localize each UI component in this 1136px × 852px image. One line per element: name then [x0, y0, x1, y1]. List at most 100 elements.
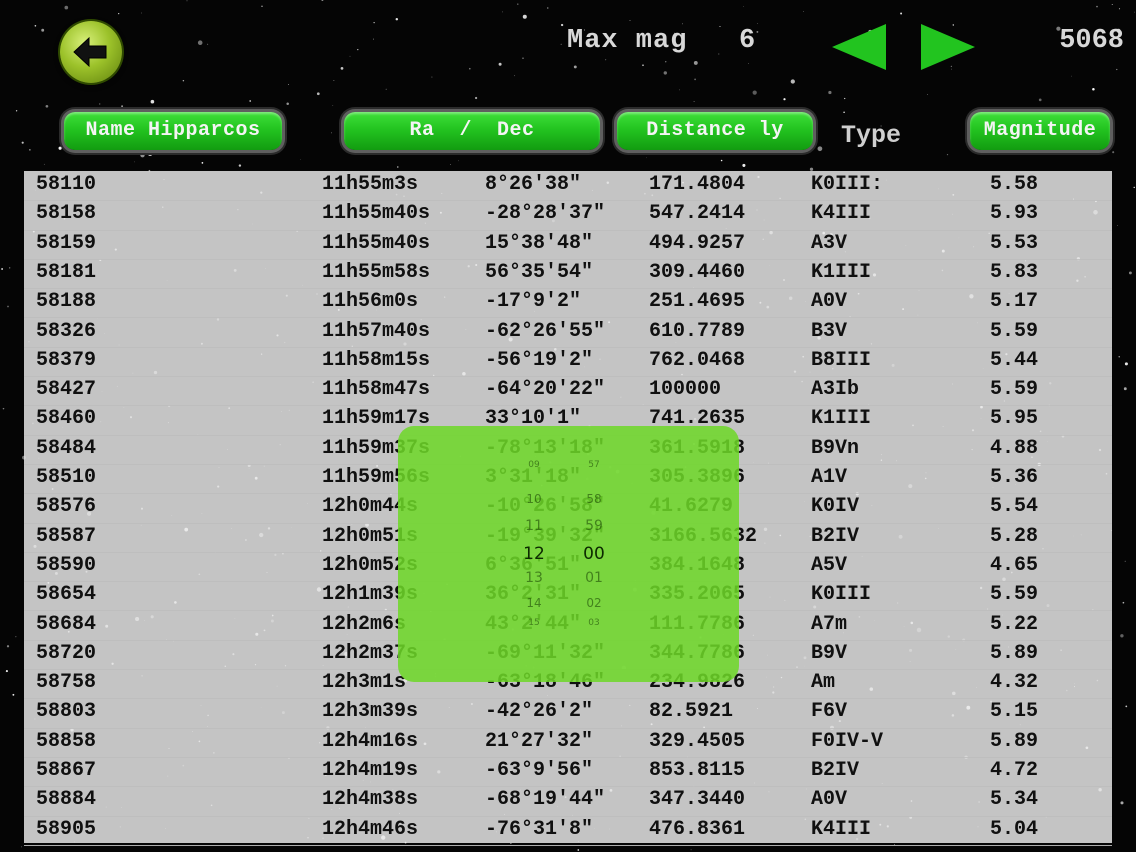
dec-cell: 21°27'32": [485, 729, 594, 753]
type-cell: B9V: [811, 641, 848, 665]
star-count: 5068: [1059, 26, 1124, 56]
type-cell: F6V: [811, 700, 848, 724]
table-row[interactable]: 58379 11h58m15s -56°19'2" 762.0468 B8III 5.44: [24, 347, 1112, 378]
distance-cell: 762.0468: [649, 348, 746, 372]
magnitude-cell: 5.34: [990, 788, 1039, 812]
hip-cell: 58484: [36, 436, 97, 460]
back-arrow-icon: [73, 36, 107, 68]
hip-cell: 58181: [36, 260, 97, 284]
dec-cell: -28°28'37": [485, 202, 606, 226]
sort-name-hipparcos-button[interactable]: Name Hipparcos: [64, 112, 282, 150]
hip-cell: 58587: [36, 524, 97, 548]
magnitude-cell: 5.59: [990, 378, 1039, 402]
type-cell: A3Ib: [811, 378, 860, 402]
table-row[interactable]: 58867 12h4m19s -63°9'56" 853.8115 B2IV 4.72: [24, 757, 1112, 788]
type-cell: A7m: [811, 612, 848, 636]
table-row[interactable]: 58159 11h55m40s 15°38'48" 494.9257 A3V 5.53: [24, 230, 1112, 260]
hip-cell: 58460: [36, 407, 97, 431]
ra-cell: 12h3m39s: [322, 700, 419, 724]
time-picker[interactable]: 09 10 11 12 13 14 15 57 58 59 00 01 02 03: [398, 426, 739, 682]
minute-option[interactable]: 01: [585, 570, 603, 586]
hip-cell: 58654: [36, 583, 97, 607]
magnitude-cell: 4.65: [990, 553, 1039, 577]
table-row[interactable]: 58803 12h3m39s -42°26'2" 82.5921 F6V 5.15: [24, 698, 1112, 729]
magnitude-cell: 5.44: [990, 348, 1039, 372]
table-row[interactable]: 58181 11h55m58s 56°35'54" 309.4460 K1III 5.83: [24, 259, 1112, 290]
type-cell: B3V: [811, 319, 848, 343]
table-row[interactable]: 58905 12h4m46s -76°31'8" 476.8361 K4III 5.04: [24, 816, 1112, 846]
max-mag-value: 6: [739, 26, 757, 56]
distance-cell: 610.7789: [649, 319, 746, 343]
minute-option[interactable]: 00: [583, 544, 605, 564]
next-page-button[interactable]: [921, 24, 975, 75]
type-cell: A0V: [811, 788, 848, 812]
distance-cell: 853.8115: [649, 759, 746, 782]
hour-option[interactable]: 11: [525, 518, 543, 534]
minute-option[interactable]: 59: [585, 518, 603, 534]
type-cell: A5V: [811, 553, 848, 577]
table-row[interactable]: 58158 11h55m40s -28°28'37" 547.2414 K4III 5.9…: [24, 200, 1112, 231]
type-column-header: Type: [841, 121, 902, 150]
hour-option[interactable]: 14: [526, 596, 541, 610]
triangle-right-icon: [921, 24, 975, 70]
magnitude-cell: 5.59: [990, 583, 1039, 607]
type-cell: K0IV: [811, 495, 860, 519]
magnitude-cell: 5.59: [990, 319, 1039, 343]
ra-cell: 11h58m15s: [322, 348, 431, 372]
magnitude-cell: 5.04: [990, 817, 1039, 841]
magnitude-cell: 5.89: [990, 729, 1039, 753]
distance-cell: 476.8361: [649, 817, 746, 841]
magnitude-cell: 4.32: [990, 671, 1039, 695]
hour-option[interactable]: 10: [526, 492, 541, 506]
distance-cell: 100000: [649, 378, 722, 402]
type-cell: B2IV: [811, 524, 860, 548]
minute-option[interactable]: 03: [588, 618, 599, 628]
hip-cell: 58884: [36, 788, 97, 812]
sort-distance-button[interactable]: Distance ly: [617, 112, 813, 150]
type-cell: K1III: [811, 260, 872, 284]
magnitude-cell: 5.28: [990, 524, 1039, 548]
table-row[interactable]: 58326 11h57m40s -62°26'55" 610.7789 B3V 5.59: [24, 318, 1112, 348]
hour-option[interactable]: 13: [525, 570, 543, 586]
type-cell: K0III: [811, 583, 872, 607]
distance-cell: 547.2414: [649, 202, 746, 226]
hour-option[interactable]: 12: [523, 544, 545, 564]
distance-cell: 82.5921: [649, 700, 734, 724]
table-row[interactable]: 58858 12h4m16s 21°27'32" 329.4505 F0IV-V 5.89: [24, 728, 1112, 758]
minute-option[interactable]: 57: [588, 460, 599, 470]
magnitude-cell: 5.83: [990, 260, 1039, 284]
table-row[interactable]: 58884 12h4m38s -68°19'44" 347.3440 A0V 5.34: [24, 786, 1112, 817]
magnitude-cell: 5.54: [990, 495, 1039, 519]
hour-option[interactable]: 15: [528, 618, 539, 628]
previous-page-button[interactable]: [832, 24, 886, 75]
table-row[interactable]: 58110 11h55m3s 8°26'38" 171.4804 K0III: 5.58: [24, 171, 1112, 202]
ra-cell: 12h2m6s: [322, 612, 407, 636]
table-row[interactable]: 58427 11h58m47s -64°20'22" 100000 A3Ib 5.59: [24, 376, 1112, 407]
minute-option[interactable]: 58: [586, 492, 601, 506]
type-cell: B9Vn: [811, 436, 860, 460]
magnitude-cell: 5.93: [990, 202, 1039, 226]
hour-option[interactable]: 09: [528, 460, 539, 470]
back-button[interactable]: [60, 21, 122, 83]
hip-cell: 58590: [36, 553, 97, 577]
minute-option[interactable]: 02: [586, 596, 601, 610]
type-cell: K0III:: [811, 173, 884, 196]
max-mag-control[interactable]: Max mag 6: [567, 26, 756, 56]
distance-cell: 347.3440: [649, 788, 746, 812]
distance-cell: 251.4695: [649, 290, 746, 314]
dec-cell: -64°20'22": [485, 378, 606, 402]
dec-cell: -63°9'56": [485, 759, 594, 782]
ra-cell: 11h55m40s: [322, 202, 431, 226]
type-cell: K4III: [811, 817, 872, 841]
ra-cell: 11h58m47s: [322, 378, 431, 402]
hip-cell: 58159: [36, 231, 97, 255]
sort-ra-dec-button[interactable]: Ra / Dec: [344, 112, 600, 150]
sort-magnitude-button[interactable]: Magnitude: [970, 112, 1110, 150]
ra-cell: 11h55m3s: [322, 173, 419, 196]
dec-cell: -62°26'55": [485, 319, 606, 343]
hip-cell: 58576: [36, 495, 97, 519]
magnitude-cell: 4.88: [990, 436, 1039, 460]
dec-cell: -68°19'44": [485, 788, 606, 812]
ra-cell: 12h3m1s: [322, 671, 407, 695]
table-row[interactable]: 58188 11h56m0s -17°9'2" 251.4695 A0V 5.17: [24, 288, 1112, 319]
